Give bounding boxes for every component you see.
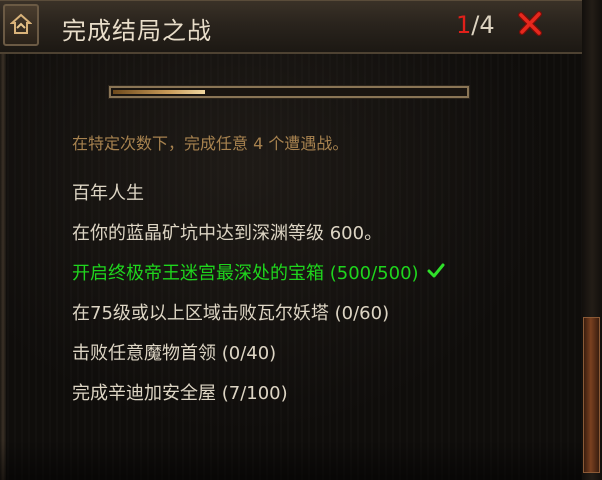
objective-item-completed: 开启终极帝王迷宫最深处的宝箱 (500/500) (72, 263, 445, 303)
progress-fill (113, 90, 205, 94)
objective-item: 在你的蓝晶矿坑中达到深渊等级 600。 (72, 223, 445, 263)
page-counter: 1/4 (456, 11, 495, 39)
objective-label: 在你的蓝晶矿坑中达到深渊等级 600。 (72, 223, 383, 244)
objective-item: 百年人生 (72, 183, 445, 223)
scrollbar-thumb[interactable] (583, 317, 600, 473)
objective-label: 击败任意魔物首领 (0/40) (72, 343, 277, 364)
close-icon (518, 11, 542, 36)
objective-label: 开启终极帝王迷宫最深处的宝箱 (500/500) (72, 263, 419, 284)
close-button[interactable] (517, 9, 545, 37)
house-up-icon[interactable] (3, 4, 39, 46)
objective-item: 击败任意魔物首领 (0/40) (72, 343, 445, 383)
bottom-shade (0, 440, 582, 480)
title-bar: 完成结局之战 1/4 (0, 0, 582, 54)
objective-label: 在75级或以上区域击败瓦尔妖塔 (0/60) (72, 303, 390, 324)
objective-item: 在75级或以上区域击败瓦尔妖塔 (0/60) (72, 303, 445, 343)
objective-label: 百年人生 (72, 183, 144, 204)
panel-left-frame (0, 52, 6, 480)
window-title: 完成结局之战 (62, 17, 212, 45)
objective-list: 百年人生 在你的蓝晶矿坑中达到深渊等级 600。 开启终极帝王迷宫最深处的宝箱 … (72, 183, 445, 423)
checkmark-icon (427, 263, 445, 285)
objective-label: 完成辛迪加安全屋 (7/100) (72, 383, 288, 404)
quest-description: 在特定次数下，完成任意 4 个遭遇战。 (72, 134, 349, 153)
counter-current: 1 (456, 11, 472, 39)
progress-bar (109, 86, 469, 98)
objective-item: 完成辛迪加安全屋 (7/100) (72, 383, 445, 423)
counter-total: /4 (471, 11, 495, 39)
